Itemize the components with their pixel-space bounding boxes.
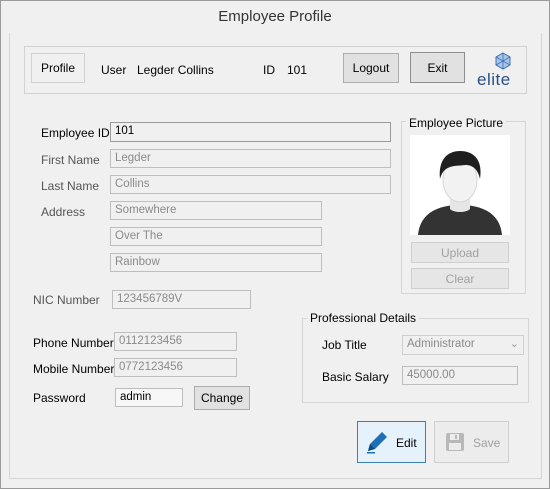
phone-label: Phone Number [33,336,114,350]
logo-text: elite [477,70,511,89]
id-label: ID [263,63,275,77]
address-line2-field[interactable]: Over The [110,227,322,246]
employee-picture-title: Employee Picture [406,116,507,130]
employee-id-field[interactable]: 101 [110,122,391,142]
elite-logo: elite [477,50,517,90]
nic-label: NIC Number [33,293,100,307]
user-label: User [101,63,127,77]
nic-field[interactable]: 123456789V [112,290,251,309]
id-value: 101 [287,63,308,77]
address-line3-field[interactable]: Rainbow [110,253,322,272]
avatar-placeholder-icon [410,135,510,235]
exit-button[interactable]: Exit [410,52,465,83]
edit-button[interactable]: Edit [357,421,426,463]
mobile-label: Mobile Number [33,362,115,376]
password-field[interactable]: admin [115,388,183,407]
profile-button[interactable]: Profile [31,53,85,83]
change-password-button[interactable]: Change [194,386,250,410]
employee-profile-window: Employee Profile Profile User Legder Col… [0,0,550,489]
save-label: Save [473,436,501,450]
job-title-value: Administrator [407,338,475,350]
save-button[interactable]: Save [434,421,509,463]
last-name-field[interactable]: Collins [110,175,391,194]
user-name: Legder Collins [137,63,214,77]
upload-button[interactable]: Upload [411,242,509,263]
window-title: Employee Profile [1,1,549,33]
professional-details-group [302,318,529,403]
save-disk-icon [446,433,464,451]
professional-details-title: Professional Details [307,311,420,325]
client-area: Profile User Legder Collins ID 101 Logou… [9,33,542,479]
logout-button[interactable]: Logout [343,53,399,83]
top-bar: Profile User Legder Collins ID 101 Logou… [24,46,527,94]
phone-field[interactable]: 0112123456 [114,332,237,351]
employee-id-label: Employee ID [41,126,110,140]
chevron-down-icon: ⌄ [509,338,519,350]
address-label: Address [41,205,86,219]
job-title-select[interactable]: Administrator ⌄ [402,335,524,355]
basic-salary-label: Basic Salary [322,370,389,384]
first-name-field[interactable]: Legder [110,149,391,168]
last-name-label: Last Name [41,179,100,193]
mobile-field[interactable]: 0772123456 [114,358,237,377]
basic-salary-field[interactable]: 45000.00 [402,366,518,385]
first-name-label: First Name [41,153,100,167]
job-title-label: Job Title [322,338,367,352]
employee-photo [410,135,510,235]
address-line1-field[interactable]: Somewhere [110,201,322,220]
edit-label: Edit [396,436,417,450]
password-label: Password [33,391,86,405]
pencil-icon [367,432,387,454]
clear-button[interactable]: Clear [411,268,509,289]
